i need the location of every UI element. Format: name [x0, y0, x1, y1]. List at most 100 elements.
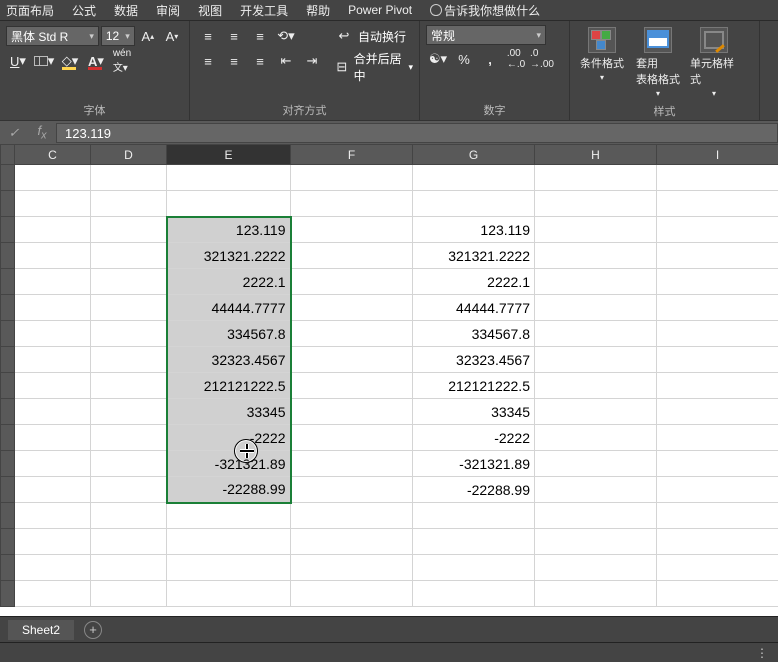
- font-name-combo[interactable]: 黑体 Std R▾: [6, 26, 99, 46]
- cell[interactable]: -321321.89: [167, 451, 291, 477]
- cell[interactable]: [413, 581, 535, 607]
- cell[interactable]: [91, 217, 167, 243]
- cell[interactable]: [535, 399, 657, 425]
- cell[interactable]: [535, 555, 657, 581]
- cell[interactable]: [535, 217, 657, 243]
- cell[interactable]: [657, 217, 778, 243]
- cell[interactable]: [91, 269, 167, 295]
- font-size-combo[interactable]: 12▾: [101, 26, 135, 46]
- cell[interactable]: -2222: [167, 425, 291, 451]
- cell[interactable]: [167, 165, 291, 191]
- menu-review[interactable]: 审阅: [156, 2, 180, 19]
- cell[interactable]: [91, 503, 167, 529]
- cell[interactable]: 32323.4567: [167, 347, 291, 373]
- cell[interactable]: [291, 243, 413, 269]
- cell[interactable]: [535, 451, 657, 477]
- formula-input[interactable]: 123.119: [56, 123, 778, 143]
- new-sheet-button[interactable]: +: [84, 621, 102, 639]
- col-header-H[interactable]: H: [535, 145, 657, 165]
- cell[interactable]: [291, 555, 413, 581]
- cell[interactable]: [657, 295, 778, 321]
- cell[interactable]: [291, 347, 413, 373]
- cell[interactable]: [15, 529, 91, 555]
- cell[interactable]: [657, 373, 778, 399]
- cell[interactable]: 2222.1: [413, 269, 535, 295]
- cell[interactable]: [413, 165, 535, 191]
- col-header-F[interactable]: F: [291, 145, 413, 165]
- menu-data[interactable]: 数据: [114, 2, 138, 19]
- cell[interactable]: [413, 555, 535, 581]
- cell[interactable]: [291, 321, 413, 347]
- cell[interactable]: [291, 217, 413, 243]
- align-left-icon[interactable]: ≡: [196, 50, 220, 72]
- menu-power-pivot[interactable]: Power Pivot: [348, 3, 412, 17]
- cell[interactable]: [91, 581, 167, 607]
- cell[interactable]: [291, 477, 413, 503]
- cell[interactable]: [167, 503, 291, 529]
- conditional-format-button[interactable]: 条件格式▾: [576, 25, 628, 100]
- cell[interactable]: [15, 321, 91, 347]
- decrease-indent-icon[interactable]: ⇤: [274, 50, 298, 72]
- increase-font-icon[interactable]: A▴: [137, 25, 159, 47]
- cell[interactable]: [413, 191, 535, 217]
- cell[interactable]: [15, 581, 91, 607]
- cell[interactable]: [91, 321, 167, 347]
- cell[interactable]: [15, 425, 91, 451]
- select-all-corner[interactable]: [1, 145, 15, 165]
- cell[interactable]: [657, 165, 778, 191]
- cell[interactable]: [15, 217, 91, 243]
- cell[interactable]: [291, 503, 413, 529]
- cell[interactable]: [91, 373, 167, 399]
- cell[interactable]: [535, 581, 657, 607]
- grid[interactable]: C D E F G H I 123.119123.119321321.22223…: [0, 144, 778, 607]
- cell[interactable]: [91, 347, 167, 373]
- cell[interactable]: [535, 425, 657, 451]
- cell[interactable]: [657, 191, 778, 217]
- wrap-text-button[interactable]: ↩ 自动换行: [332, 25, 413, 47]
- border-icon[interactable]: ▾: [32, 50, 56, 72]
- col-header-C[interactable]: C: [15, 145, 91, 165]
- cell[interactable]: [291, 399, 413, 425]
- cell[interactable]: [15, 477, 91, 503]
- number-format-combo[interactable]: 常规▾: [426, 25, 546, 45]
- status-dots-icon[interactable]: ⋮: [756, 646, 768, 660]
- cell[interactable]: [657, 451, 778, 477]
- cell[interactable]: [535, 295, 657, 321]
- menu-dev-tools[interactable]: 开发工具: [240, 2, 288, 19]
- cell[interactable]: [535, 191, 657, 217]
- decrease-decimal-icon[interactable]: .0→.00: [530, 48, 554, 70]
- cell[interactable]: [91, 191, 167, 217]
- cell[interactable]: [167, 555, 291, 581]
- align-top-icon[interactable]: ≡: [196, 25, 220, 47]
- cell[interactable]: [657, 581, 778, 607]
- cell[interactable]: [291, 529, 413, 555]
- cell[interactable]: [413, 529, 535, 555]
- cell[interactable]: [15, 503, 91, 529]
- cell[interactable]: [535, 269, 657, 295]
- cell[interactable]: [15, 555, 91, 581]
- cell[interactable]: 2222.1: [167, 269, 291, 295]
- cell[interactable]: [657, 269, 778, 295]
- cell[interactable]: [15, 165, 91, 191]
- cell[interactable]: 334567.8: [167, 321, 291, 347]
- cell[interactable]: [91, 425, 167, 451]
- decrease-font-icon[interactable]: A▾: [161, 25, 183, 47]
- currency-icon[interactable]: ☯▾: [426, 48, 450, 70]
- formula-check-icon[interactable]: ✓: [0, 125, 28, 141]
- tell-me-search[interactable]: 告诉我你想做什么: [430, 2, 540, 19]
- cell[interactable]: [167, 529, 291, 555]
- cell[interactable]: [657, 503, 778, 529]
- align-right-icon[interactable]: ≡: [248, 50, 272, 72]
- cell[interactable]: [535, 321, 657, 347]
- cell[interactable]: -22288.99: [413, 477, 535, 503]
- cell[interactable]: [15, 269, 91, 295]
- cell[interactable]: [535, 347, 657, 373]
- cell[interactable]: [535, 373, 657, 399]
- cell[interactable]: [15, 451, 91, 477]
- cell[interactable]: -321321.89: [413, 451, 535, 477]
- cell[interactable]: [291, 269, 413, 295]
- cell[interactable]: [535, 529, 657, 555]
- cell[interactable]: [657, 555, 778, 581]
- underline-icon[interactable]: U▾: [6, 50, 30, 72]
- cell[interactable]: 321321.2222: [413, 243, 535, 269]
